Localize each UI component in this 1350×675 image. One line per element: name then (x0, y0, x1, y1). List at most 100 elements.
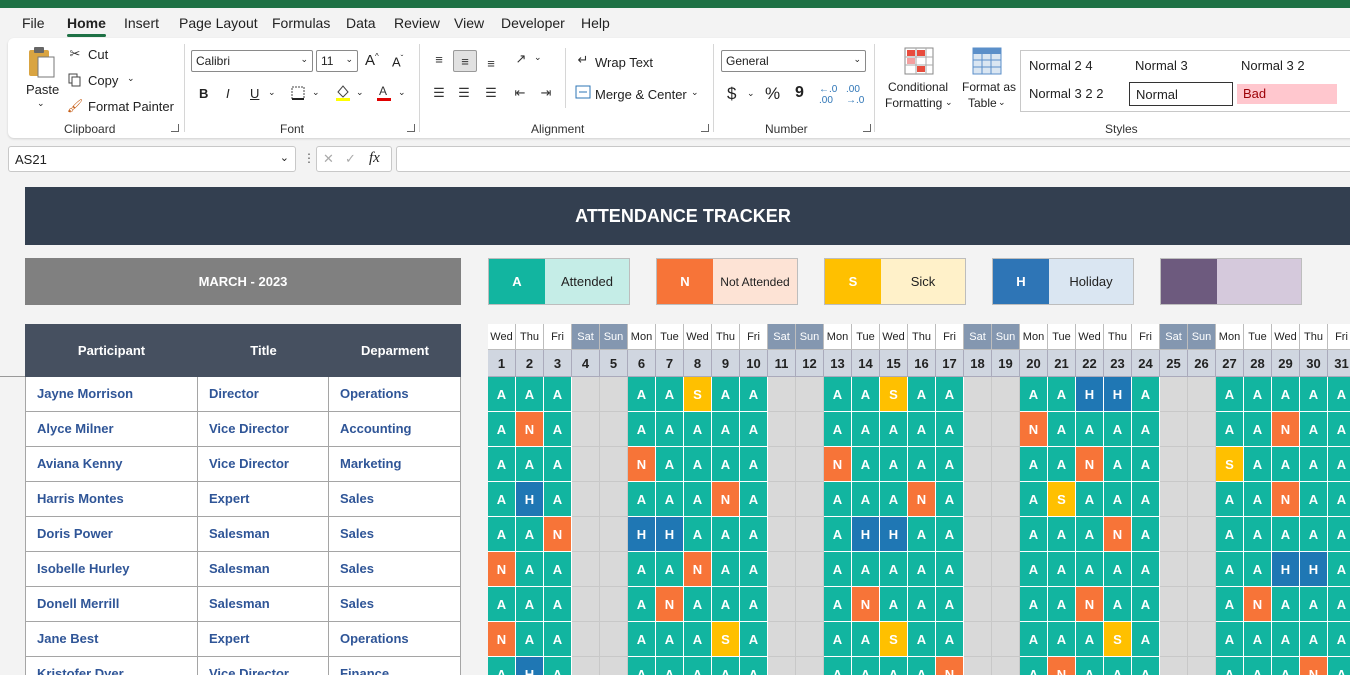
attendance-cell[interactable]: N (936, 657, 964, 675)
tab-page-layout[interactable]: Page Layout (179, 15, 258, 31)
attendance-cell[interactable]: A (908, 517, 936, 552)
attendance-cell[interactable] (964, 622, 992, 657)
align-center-icon[interactable]: ☰ (455, 84, 473, 102)
attendance-cell[interactable]: A (656, 447, 684, 482)
attendance-cell[interactable]: A (1328, 552, 1350, 587)
attendance-cell[interactable]: H (656, 517, 684, 552)
attendance-cell[interactable]: A (1020, 447, 1048, 482)
attendance-cell[interactable]: N (544, 517, 572, 552)
orientation-icon[interactable]: ↗ (512, 50, 530, 68)
attendance-cell[interactable]: A (1244, 482, 1272, 517)
conditional-dropdown-icon[interactable]: ⌄ (945, 97, 953, 108)
attendance-cell[interactable] (1160, 587, 1188, 622)
attendance-cell[interactable] (992, 377, 1020, 412)
attendance-cell[interactable]: A (1300, 447, 1328, 482)
copy-icon[interactable] (67, 72, 83, 88)
attendance-cell[interactable]: A (516, 552, 544, 587)
attendance-cell[interactable]: A (740, 622, 768, 657)
attendance-cell[interactable]: A (684, 587, 712, 622)
attendance-cell[interactable]: A (824, 552, 852, 587)
wrap-text-button[interactable]: Wrap Text (595, 55, 653, 70)
attendance-cell[interactable] (992, 412, 1020, 447)
attendance-cell[interactable] (1188, 622, 1216, 657)
attendance-cell[interactable]: N (488, 622, 516, 657)
increase-indent-icon[interactable]: ⇥ (537, 84, 555, 102)
attendance-cell[interactable]: A (740, 482, 768, 517)
attendance-cell[interactable]: A (824, 482, 852, 517)
currency-button[interactable]: $ (727, 84, 736, 104)
attendance-cell[interactable]: A (1272, 517, 1300, 552)
attendance-cell[interactable]: N (1104, 517, 1132, 552)
attendance-cell[interactable]: N (1300, 657, 1328, 675)
attendance-cell[interactable] (964, 587, 992, 622)
attendance-cell[interactable]: A (1216, 552, 1244, 587)
attendance-cell[interactable]: A (712, 447, 740, 482)
attendance-cell[interactable] (1188, 517, 1216, 552)
participant-department-cell[interactable]: Operations (329, 377, 461, 412)
attendance-cell[interactable]: N (712, 482, 740, 517)
merge-center-icon[interactable] (574, 84, 592, 100)
attendance-cell[interactable]: A (1300, 622, 1328, 657)
attendance-cell[interactable]: A (1076, 622, 1104, 657)
copy-button[interactable]: Copy (88, 73, 118, 88)
attendance-cell[interactable] (992, 517, 1020, 552)
attendance-cell[interactable]: A (488, 412, 516, 447)
tab-file[interactable]: File (22, 15, 45, 31)
percent-button[interactable]: % (765, 84, 780, 104)
participant-name-cell[interactable]: Jane Best (25, 622, 198, 657)
attendance-cell[interactable] (768, 517, 796, 552)
attendance-cell[interactable]: S (1104, 622, 1132, 657)
attendance-cell[interactable]: A (1132, 552, 1160, 587)
style-bad[interactable]: Bad (1237, 84, 1337, 104)
decrease-decimal-icon[interactable]: .00 →.0 (846, 84, 864, 106)
attendance-cell[interactable] (572, 377, 600, 412)
attendance-cell[interactable]: A (824, 657, 852, 675)
attendance-cell[interactable] (1160, 377, 1188, 412)
attendance-cell[interactable] (1160, 482, 1188, 517)
attendance-cell[interactable] (600, 587, 628, 622)
attendance-cell[interactable]: A (824, 517, 852, 552)
attendance-cell[interactable] (768, 622, 796, 657)
attendance-cell[interactable] (964, 412, 992, 447)
font-color-icon[interactable]: A (375, 83, 393, 101)
attendance-cell[interactable]: A (908, 657, 936, 675)
attendance-cell[interactable] (1188, 412, 1216, 447)
style-normal-3-2[interactable]: Normal 3 2 (1235, 54, 1339, 78)
attendance-cell[interactable] (768, 377, 796, 412)
increase-decimal-icon[interactable]: ←.0.00 (819, 84, 837, 106)
attendance-cell[interactable]: A (824, 587, 852, 622)
attendance-cell[interactable]: A (656, 377, 684, 412)
attendance-cell[interactable] (796, 587, 824, 622)
attendance-cell[interactable] (1188, 552, 1216, 587)
attendance-cell[interactable] (768, 657, 796, 675)
attendance-cell[interactable]: A (516, 517, 544, 552)
attendance-cell[interactable] (796, 622, 824, 657)
attendance-cell[interactable] (796, 657, 824, 675)
attendance-cell[interactable] (796, 447, 824, 482)
attendance-cell[interactable]: N (488, 552, 516, 587)
font-launcher-icon[interactable] (407, 124, 415, 132)
font-size-select[interactable]: 11 ⌄ (316, 50, 358, 72)
attendance-cell[interactable]: N (516, 412, 544, 447)
attendance-cell[interactable] (572, 622, 600, 657)
attendance-cell[interactable]: A (1132, 517, 1160, 552)
attendance-cell[interactable]: A (1104, 447, 1132, 482)
attendance-cell[interactable] (572, 517, 600, 552)
participant-department-cell[interactable]: Sales (329, 587, 461, 622)
attendance-cell[interactable] (600, 657, 628, 675)
attendance-cell[interactable]: A (1076, 517, 1104, 552)
attendance-cell[interactable]: A (824, 412, 852, 447)
attendance-cell[interactable]: A (1272, 587, 1300, 622)
attendance-cell[interactable] (964, 552, 992, 587)
attendance-cell[interactable]: A (1328, 447, 1350, 482)
attendance-cell[interactable]: A (1132, 657, 1160, 675)
attendance-cell[interactable]: A (1272, 657, 1300, 675)
attendance-cell[interactable]: A (1104, 482, 1132, 517)
attendance-cell[interactable] (964, 657, 992, 675)
attendance-cell[interactable]: N (628, 447, 656, 482)
attendance-cell[interactable]: N (1048, 657, 1076, 675)
attendance-cell[interactable] (572, 552, 600, 587)
participant-department-cell[interactable]: Sales (329, 482, 461, 517)
attendance-cell[interactable]: A (656, 657, 684, 675)
attendance-cell[interactable]: A (544, 377, 572, 412)
